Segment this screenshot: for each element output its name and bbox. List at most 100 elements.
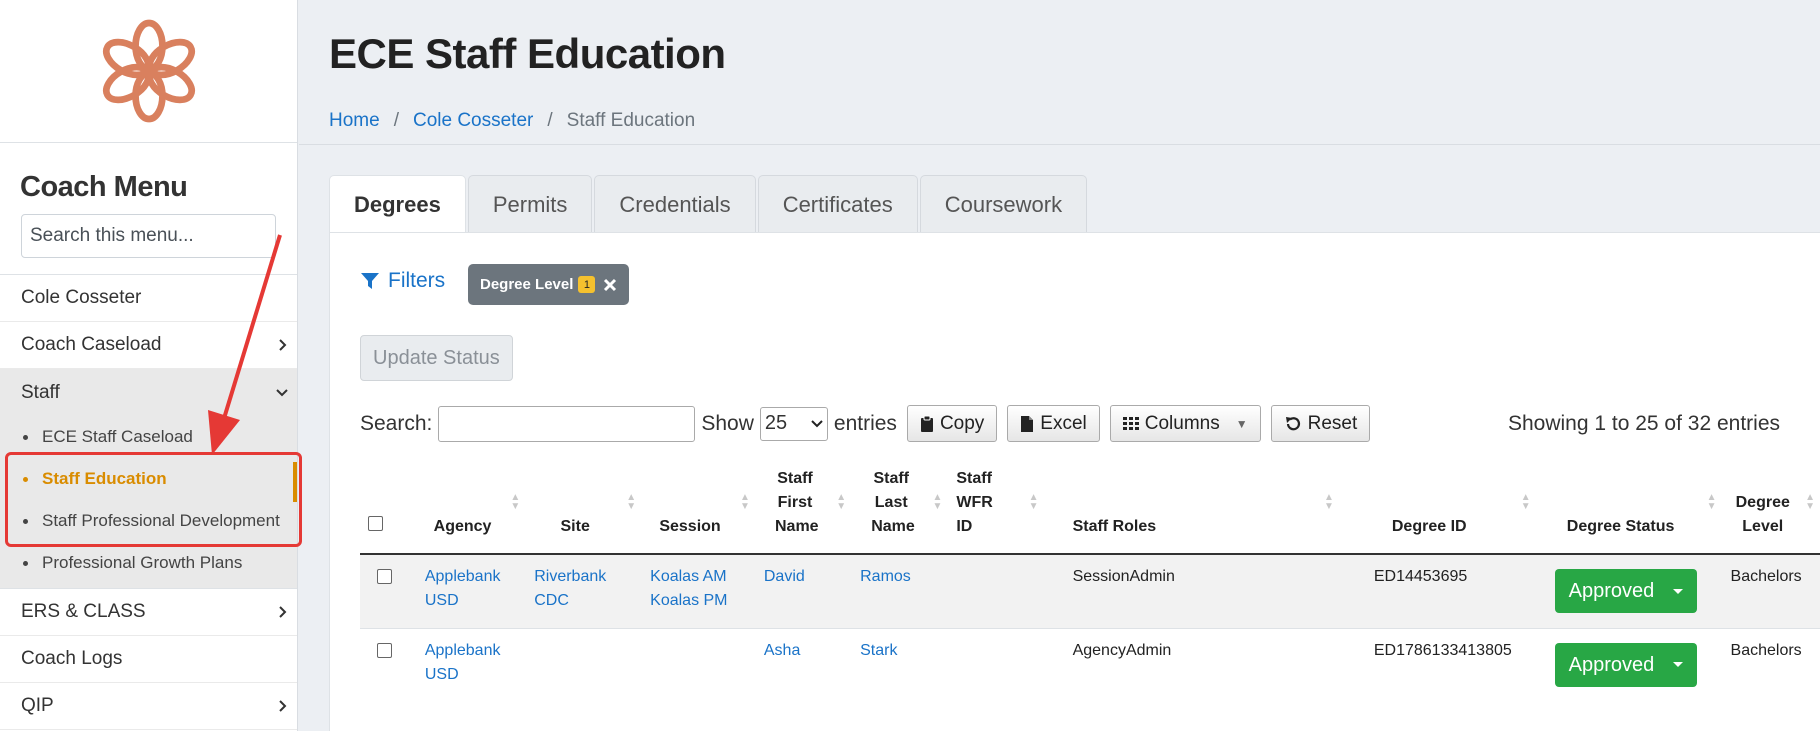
- tab-certificates[interactable]: Certificates: [757, 175, 918, 233]
- row-select-cell: [360, 628, 417, 702]
- column-header-session[interactable]: Session ▲ ▼: [642, 465, 756, 555]
- menu-item-label: Cole Cosseter: [21, 287, 142, 308]
- tab-degrees[interactable]: Degrees: [329, 175, 466, 233]
- degrees-table: Agency ▲ ▼ Site ▲ ▼ Session ▲ ▼ Staff First Na…: [360, 465, 1820, 702]
- status-dropdown-button[interactable]: Approved: [1554, 642, 1697, 687]
- column-header-site[interactable]: Site ▲ ▼: [526, 465, 643, 555]
- sort-icon: ▲ ▼: [1520, 492, 1531, 512]
- column-header-staff-roles[interactable]: Staff Roles ▲ ▼: [1044, 465, 1340, 555]
- menu-item-label: QIP: [21, 695, 54, 716]
- sort-icon: ▲ ▼: [1323, 492, 1334, 512]
- table-row: Applebank USD Riverbank CDC Koalas AM Koa…: [360, 554, 1820, 629]
- copy-button[interactable]: Copy: [906, 405, 998, 442]
- breadcrumb-current: Staff Education: [566, 110, 696, 131]
- submenu-item-professional-growth-plans[interactable]: Professional Growth Plans: [0, 542, 297, 584]
- select-all-checkbox[interactable]: [368, 516, 383, 531]
- column-header-staff-wfr-id[interactable]: Staff WFR ID ▲ ▼: [948, 465, 1045, 555]
- first-name-cell: David: [755, 554, 853, 629]
- degree-status-cell: Approved: [1537, 628, 1723, 702]
- column-header-degree-id[interactable]: Degree ID ▲ ▼: [1339, 465, 1537, 555]
- submenu-item-label: Professional Growth Plans: [42, 553, 243, 572]
- update-status-button[interactable]: Update Status: [360, 335, 513, 381]
- close-icon[interactable]: [603, 278, 617, 292]
- first-name-link[interactable]: Asha: [764, 642, 800, 659]
- session-link[interactable]: Koalas AM: [650, 568, 726, 585]
- file-icon: [1021, 415, 1034, 432]
- menu-item-ers-class[interactable]: ERS & CLASS: [0, 589, 297, 636]
- grid-icon: [1122, 416, 1139, 430]
- caret-down-icon: [1672, 588, 1683, 594]
- clipboard-icon: [920, 415, 933, 432]
- breadcrumb: Home / Cole Cosseter / Staff Education: [329, 110, 695, 132]
- entries-select[interactable]: 25: [759, 406, 828, 441]
- degree-id-cell: ED1786133413805: [1373, 641, 1512, 659]
- chevron-right-icon: [276, 606, 288, 618]
- submenu-item-label: ECE Staff Caseload: [42, 427, 193, 446]
- first-name-cell: Asha: [756, 628, 852, 702]
- show-label: Show: [701, 411, 754, 435]
- entries-label: entries: [833, 411, 897, 435]
- search-label: Search:: [360, 411, 433, 435]
- filter-chip-count: 1: [578, 276, 596, 293]
- breadcrumb-cole-cosseter-link[interactable]: Cole Cosseter: [413, 110, 533, 132]
- row-checkbox[interactable]: [377, 569, 392, 584]
- annotation-highlight-box: [5, 452, 302, 547]
- breadcrumb-separator: /: [393, 110, 399, 131]
- last-name-cell: Stark: [852, 628, 948, 702]
- status-dropdown-button[interactable]: Approved: [1554, 569, 1697, 613]
- menu-item-label: ERS & CLASS: [21, 601, 146, 622]
- breadcrumb-home-link[interactable]: Home: [329, 110, 380, 132]
- chevron-down-icon: [811, 419, 823, 427]
- last-name-link[interactable]: Ramos: [860, 568, 911, 585]
- annotation-arrow-icon: [208, 234, 282, 455]
- column-header-staff-last-name[interactable]: Staff Last Name ▲ ▼: [852, 465, 949, 555]
- menu-item-qip[interactable]: QIP: [0, 683, 297, 730]
- wfr-id-cell: [948, 554, 1045, 629]
- column-header-degree-status[interactable]: Degree Status ▲ ▼: [1536, 465, 1723, 555]
- last-name-cell: Ramos: [852, 554, 949, 629]
- degree-status-cell: Approved: [1536, 554, 1723, 629]
- columns-label: Columns: [1144, 412, 1220, 434]
- column-header-agency[interactable]: Agency ▲ ▼: [416, 465, 527, 555]
- tab-coursework[interactable]: Coursework: [919, 175, 1088, 233]
- page-title: ECE Staff Education: [329, 30, 726, 77]
- logo-icon: [102, 19, 195, 123]
- last-name-link[interactable]: Stark: [860, 642, 897, 659]
- sort-icon: ▲ ▼: [626, 492, 637, 512]
- columns-button[interactable]: Columns ▼: [1109, 405, 1261, 442]
- status-label: Approved: [1568, 580, 1655, 602]
- breadcrumb-separator: /: [547, 110, 553, 131]
- bullet-icon: [23, 560, 28, 566]
- table-search-input[interactable]: [438, 405, 696, 442]
- reset-label: Reset: [1307, 412, 1358, 434]
- filter-icon: [361, 273, 379, 289]
- table-header-row: Agency ▲ ▼ Site ▲ ▼ Session ▲ ▼ Staff First Na…: [360, 465, 1820, 555]
- tab-credentials[interactable]: Credentials: [594, 175, 756, 233]
- agency-link[interactable]: Applebank USD: [425, 642, 501, 683]
- tab-permits[interactable]: Permits: [467, 175, 593, 233]
- bullet-icon: [23, 434, 28, 440]
- degree-level-cell: Bachelors: [1722, 554, 1820, 629]
- first-name-link[interactable]: David: [764, 568, 805, 585]
- menu-item-coach-logs[interactable]: Coach Logs: [0, 636, 297, 683]
- main-content: Degrees Permits Credentials Certificates…: [329, 175, 1820, 731]
- row-checkbox[interactable]: [377, 642, 392, 658]
- filters-button[interactable]: Filters: [360, 269, 445, 293]
- select-all-header: [360, 465, 417, 555]
- sort-icon: ▲ ▼: [1706, 492, 1717, 512]
- caret-down-icon: [1672, 662, 1683, 667]
- roles-cell: SessionAdmin: [1044, 554, 1340, 629]
- excel-button[interactable]: Excel: [1007, 405, 1100, 442]
- site-link[interactable]: Riverbank CDC: [534, 568, 606, 609]
- session-link[interactable]: Koalas PM: [650, 592, 727, 609]
- menu-item-label: Staff: [21, 381, 60, 403]
- tab-bar: Degrees Permits Credentials Certificates…: [329, 175, 1820, 233]
- column-header-degree-level[interactable]: Degree Level ▲ ▼: [1722, 465, 1820, 555]
- sort-icon: ▲ ▼: [1028, 492, 1039, 512]
- page-header: ECE Staff Education Home / Cole Cosseter…: [299, 0, 1820, 145]
- site-cell: Riverbank CDC: [526, 554, 643, 629]
- logo-area: [0, 0, 297, 143]
- reset-button[interactable]: Reset: [1270, 405, 1371, 442]
- column-header-staff-first-name[interactable]: Staff First Name ▲ ▼: [755, 465, 853, 555]
- agency-link[interactable]: Applebank USD: [425, 568, 501, 609]
